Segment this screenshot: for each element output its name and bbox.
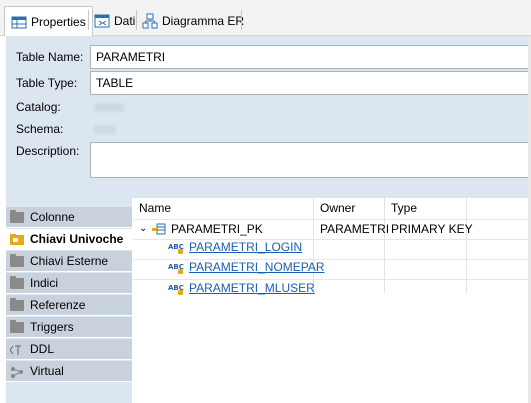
unique-keys-table: Name Owner Type ⌄ PARAMETRI_PK PARAMETRI… xyxy=(133,198,531,403)
column-header-name[interactable]: Name xyxy=(133,198,313,219)
folder-icon xyxy=(10,275,24,289)
side-tab-label: DDL xyxy=(30,342,55,356)
tab-properties[interactable]: Properties xyxy=(4,6,93,37)
grid-data-icon xyxy=(94,13,110,29)
side-tab-chiavi-esterne[interactable]: Chiavi Esterne xyxy=(6,251,132,272)
folder-icon xyxy=(10,209,24,223)
key-column-link[interactable]: PARAMETRI_LOGIN xyxy=(189,237,302,257)
side-tab-virtual[interactable]: Virtual xyxy=(6,361,132,382)
string-column-icon: ABC xyxy=(168,263,186,275)
folder-icon xyxy=(10,253,24,267)
side-tab-label: Indici xyxy=(30,276,59,290)
key-column-link[interactable]: PARAMETRI_NOMEPAR xyxy=(189,257,325,277)
key-type: PRIMARY KEY xyxy=(391,222,473,236)
key-name: PARAMETRI_PK xyxy=(171,222,263,236)
folder-icon xyxy=(10,297,24,311)
ddl-icon xyxy=(9,344,24,355)
table-name-field[interactable]: PARAMETRI xyxy=(90,45,531,69)
tab-diagramma-er-label: Diagramma ER xyxy=(162,14,245,28)
key-owner: PARAMETRI xyxy=(320,222,390,236)
table-type-label: Table Type: xyxy=(16,76,78,90)
description-label: Description: xyxy=(16,144,80,158)
tab-dati-label: Dati xyxy=(114,14,136,28)
side-tab-label: Chiavi Univoche xyxy=(30,232,124,246)
tab-dati[interactable]: Dati xyxy=(88,6,141,36)
string-column-icon: ABC xyxy=(168,243,186,255)
side-tab-label: Virtual xyxy=(30,364,64,378)
tab-separator xyxy=(241,10,242,30)
side-tab-indici[interactable]: Indici xyxy=(6,273,132,294)
tab-properties-label: Properties xyxy=(31,14,86,29)
side-tab-colonne[interactable]: Colonne xyxy=(6,207,132,228)
table-type-field[interactable]: TABLE xyxy=(90,71,531,95)
side-tab-ddl[interactable]: DDL xyxy=(6,339,132,360)
table-name-label: Table Name: xyxy=(16,50,84,64)
key-column-link[interactable]: PARAMETRI_MLUSER xyxy=(189,278,315,298)
primary-key-icon xyxy=(152,223,166,238)
column-header-owner[interactable]: Owner xyxy=(314,198,384,219)
side-tab-label: Referenze xyxy=(30,298,86,312)
chevron-down-icon[interactable]: ⌄ xyxy=(139,219,147,239)
schema-value-redacted xyxy=(94,125,116,134)
side-tab-label: Triggers xyxy=(30,320,74,334)
table-properties-icon xyxy=(11,14,27,30)
side-tab-triggers[interactable]: Triggers xyxy=(6,317,132,338)
folder-icon xyxy=(10,319,24,333)
side-tab-chiavi-univoche[interactable]: Chiavi Univoche xyxy=(6,229,132,250)
description-field[interactable] xyxy=(90,142,531,178)
properties-form: Table Name: PARAMETRI Table Type: TABLE … xyxy=(6,36,531,198)
catalog-label: Catalog: xyxy=(16,100,61,114)
catalog-value-redacted xyxy=(94,103,124,112)
er-diagram-icon xyxy=(142,13,158,29)
side-tab-label: Colonne xyxy=(30,210,75,224)
side-tab-label: Chiavi Esterne xyxy=(30,254,109,268)
editor-tab-bar: Properties Dati Diagramma ER xyxy=(0,0,531,37)
tab-diagramma-er[interactable]: Diagramma ER xyxy=(136,6,250,36)
string-column-icon: ABC xyxy=(168,284,186,296)
unique-key-folder-icon xyxy=(10,233,24,245)
side-tab-referenze[interactable]: Referenze xyxy=(6,295,132,316)
schema-label: Schema: xyxy=(16,122,64,136)
virtual-icon xyxy=(10,366,24,378)
column-header-type[interactable]: Type xyxy=(385,198,465,219)
